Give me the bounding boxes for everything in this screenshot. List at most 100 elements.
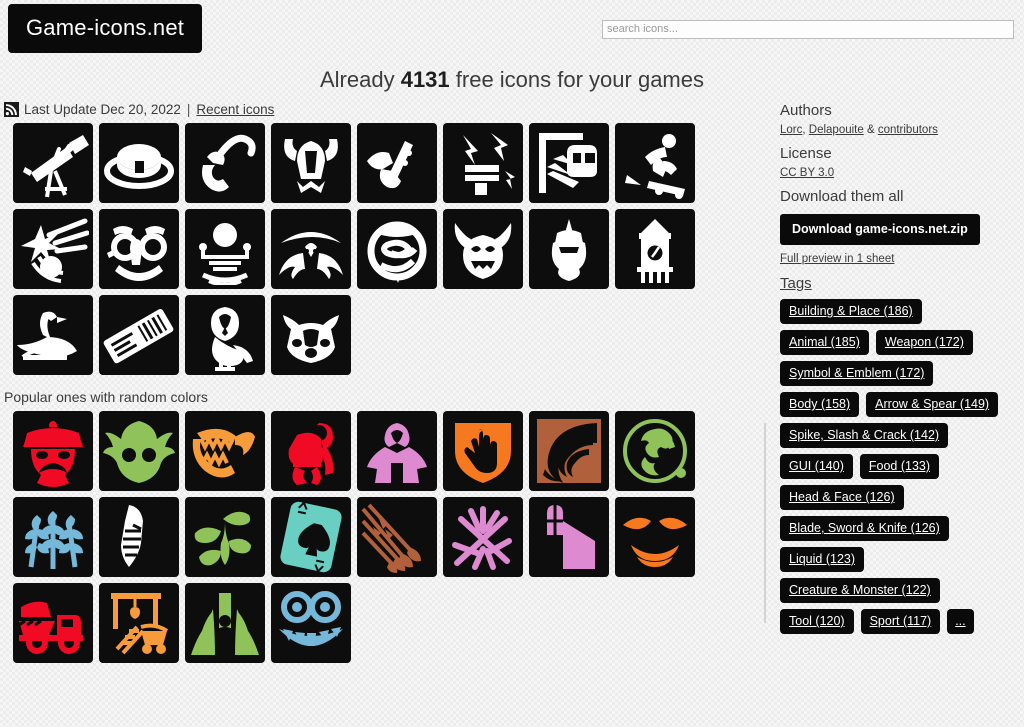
icon-tile[interactable] — [99, 123, 179, 203]
icon-tile[interactable] — [357, 411, 437, 491]
icon-tile[interactable] — [185, 123, 265, 203]
icon-tile[interactable] — [529, 123, 609, 203]
telescope-icon — [17, 127, 89, 199]
icon-tile[interactable] — [615, 411, 695, 491]
icon-tile[interactable] — [185, 583, 265, 663]
boarding-pass-icon — [103, 299, 175, 371]
tag-chip[interactable]: Weapon (172) — [875, 330, 973, 355]
tag-chip[interactable]: Blade, Sword & Knife (126) — [780, 516, 949, 541]
icon-tile[interactable] — [529, 411, 609, 491]
icon-tile[interactable] — [185, 209, 265, 289]
tag-chip[interactable]: Building & Place (186) — [780, 299, 922, 324]
icon-tile[interactable] — [615, 209, 695, 289]
tag-link[interactable]: Blade, Sword & Knife (126) — [789, 521, 940, 535]
full-preview-link[interactable]: Full preview in 1 sheet — [780, 253, 894, 265]
tag-chip[interactable]: Creature & Monster (122) — [780, 578, 940, 603]
tag-link[interactable]: Food (133) — [869, 459, 930, 473]
license-link[interactable]: CC BY 3.0 — [780, 167, 834, 179]
search-input[interactable] — [602, 19, 1014, 39]
recent-icons-link[interactable]: Recent icons — [196, 102, 274, 117]
icon-tile[interactable] — [529, 209, 609, 289]
headline-prefix: Already — [319, 67, 401, 92]
icon-tile[interactable] — [357, 123, 437, 203]
tag-chip[interactable]: Tool (120) — [780, 609, 854, 634]
icon-tile[interactable] — [99, 295, 179, 375]
icon-tile[interactable] — [615, 497, 695, 577]
hiding-in-grass-icon — [189, 587, 261, 659]
mine-wagon-icon — [103, 587, 175, 659]
tag-chip[interactable]: GUI (140) — [780, 454, 853, 479]
icon-tile[interactable] — [357, 209, 437, 289]
update-separator: | — [186, 101, 191, 117]
tag-link[interactable]: Spike, Slash & Crack (142) — [789, 428, 939, 442]
tag-link[interactable]: Sport (117) — [870, 614, 932, 628]
site-logo[interactable]: Game-icons.net — [8, 4, 203, 53]
authors-sep-2: & — [863, 124, 878, 136]
icon-tile[interactable] — [271, 295, 351, 375]
tag-link[interactable]: Head & Face (126) — [789, 490, 895, 504]
icon-tile[interactable] — [185, 295, 265, 375]
icon-tile[interactable] — [13, 497, 93, 577]
icon-tile[interactable] — [615, 123, 695, 203]
tag-link[interactable]: Creature & Monster (122) — [789, 583, 931, 597]
tag-link[interactable]: Liquid (123) — [789, 552, 855, 566]
author-link-lorc[interactable]: Lorc — [780, 124, 802, 136]
tag-link[interactable]: GUI (140) — [789, 459, 844, 473]
tag-link[interactable]: ... — [955, 614, 965, 628]
tag-link[interactable]: Symbol & Emblem (172) — [789, 366, 924, 380]
author-link-delapouite[interactable]: Delapouite — [809, 124, 864, 136]
horned-helm-icon — [275, 127, 347, 199]
icon-tile[interactable] — [529, 497, 609, 577]
icon-tile[interactable] — [13, 123, 93, 203]
tag-link[interactable]: Weapon (172) — [885, 335, 964, 349]
full-preview-line: Full preview in 1 sheet — [780, 253, 1024, 265]
tag-chip[interactable]: Body (158) — [780, 392, 860, 417]
icon-tile[interactable] — [185, 411, 265, 491]
icon-tile[interactable] — [13, 209, 93, 289]
tag-chip[interactable]: Spike, Slash & Crack (142) — [780, 423, 949, 448]
sidebar: Authors Lorc, Delapouite & contributors … — [764, 93, 1024, 640]
page-header: Game-icons.net — [0, 0, 1024, 58]
icon-tile[interactable] — [13, 411, 93, 491]
tag-chip[interactable]: ... — [947, 609, 974, 634]
icon-tile[interactable] — [271, 583, 351, 663]
tag-link[interactable]: Arrow & Spear (149) — [875, 397, 989, 411]
devil-mask-icon — [619, 501, 691, 573]
icon-tile[interactable] — [443, 411, 523, 491]
icon-tile[interactable] — [13, 295, 93, 375]
tags-heading-link[interactable]: Tags — [780, 275, 812, 292]
icon-tile[interactable] — [357, 497, 437, 577]
tag-chip[interactable]: Symbol & Emblem (172) — [780, 361, 934, 386]
tags-heading: Tags — [780, 275, 1024, 292]
tag-chip[interactable]: Arrow & Spear (149) — [866, 392, 999, 417]
icon-tile[interactable] — [99, 209, 179, 289]
tag-chip[interactable]: Food (133) — [859, 454, 940, 479]
icon-tile[interactable] — [99, 411, 179, 491]
column-divider — [764, 423, 766, 623]
icon-tile[interactable] — [13, 583, 93, 663]
rss-feed-icon[interactable] — [4, 101, 19, 117]
tag-link[interactable]: Tool (120) — [789, 614, 845, 628]
tag-chip[interactable]: Sport (117) — [860, 609, 941, 634]
fish-monster-head-icon — [103, 415, 175, 487]
icon-tile[interactable] — [185, 497, 265, 577]
tag-chip[interactable]: Head & Face (126) — [780, 485, 904, 510]
tag-link[interactable]: Body (158) — [789, 397, 850, 411]
tag-chip[interactable]: Animal (185) — [780, 330, 869, 355]
icon-tile[interactable] — [99, 583, 179, 663]
icon-tile[interactable] — [271, 411, 351, 491]
tag-link[interactable]: Building & Place (186) — [789, 304, 913, 318]
icon-tile[interactable] — [271, 497, 351, 577]
icon-tile[interactable] — [271, 123, 351, 203]
author-link-contributors[interactable]: contributors — [878, 124, 938, 136]
download-heading: Download them all — [780, 188, 904, 205]
icon-tile[interactable] — [443, 497, 523, 577]
icon-tile[interactable] — [271, 209, 351, 289]
tag-chip[interactable]: Liquid (123) — [780, 547, 865, 572]
clock-tower-icon — [619, 213, 691, 285]
icon-tile[interactable] — [443, 123, 523, 203]
icon-tile[interactable] — [443, 209, 523, 289]
download-zip-button[interactable]: Download game-icons.net.zip — [780, 214, 980, 245]
icon-tile[interactable] — [99, 497, 179, 577]
tag-link[interactable]: Animal (185) — [789, 335, 860, 349]
